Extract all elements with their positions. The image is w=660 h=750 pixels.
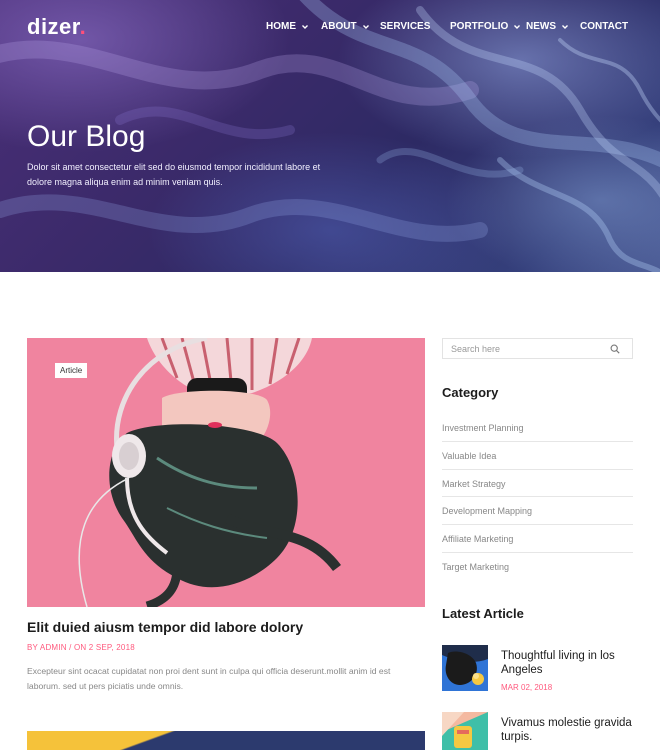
latest-article-heading: Latest Article: [442, 606, 524, 621]
post-tag[interactable]: Article: [55, 363, 88, 378]
nav-item-label: SERVICES: [380, 21, 431, 32]
post-meta: BY ADMIN / ON 2 SEP, 2018: [27, 643, 135, 652]
category-item[interactable]: Affiliate Marketing: [442, 525, 633, 553]
latest-article-item[interactable]: Thoughtful living in los Angeles MAR 02,…: [442, 645, 633, 695]
page-title: Our Blog: [27, 120, 146, 153]
latest-article-thumb[interactable]: [442, 712, 488, 750]
nav-item-contact[interactable]: CONTACT: [580, 21, 628, 32]
post-title[interactable]: Elit duied aiusm tempor did labore dolor…: [27, 619, 303, 635]
latest-article-item[interactable]: Vivamus molestie gravida turpis.: [442, 712, 633, 750]
nav-item-home[interactable]: HOME: [266, 21, 310, 32]
hero-banner: dizer. HOME ABOUT SERVICES PORTFOLIO NEW…: [0, 0, 660, 272]
post-image[interactable]: Article: [27, 338, 425, 607]
chevron-down-icon: [302, 24, 308, 29]
category-item[interactable]: Investment Planning: [442, 414, 633, 442]
woman-headphones-illustration: [27, 338, 425, 607]
chevron-down-icon: [562, 24, 568, 29]
latest-article-title[interactable]: Thoughtful living in los Angeles: [501, 649, 633, 677]
category-item[interactable]: Valuable Idea: [442, 442, 633, 470]
category-item[interactable]: Development Mapping: [442, 497, 633, 526]
category-list: Investment Planning Valuable Idea Market…: [442, 414, 633, 581]
nav-item-label: NEWS: [526, 21, 556, 32]
nav-item-label: HOME: [266, 21, 296, 32]
post-excerpt: Excepteur sint ocacat cupidatat non proi…: [27, 666, 391, 691]
latest-article-thumb[interactable]: [442, 645, 488, 691]
latest-thumb-illustration: [442, 712, 488, 750]
nav-item-services[interactable]: SERVICES: [380, 21, 430, 32]
nav-item-news[interactable]: NEWS: [526, 21, 570, 32]
category-item[interactable]: Target Marketing: [442, 553, 633, 581]
post-image-2[interactable]: [27, 731, 425, 750]
search-icon[interactable]: [610, 344, 620, 354]
latest-thumb-illustration: [442, 645, 488, 691]
main-nav: HOME ABOUT SERVICES PORTFOLIO NEWS CONTA…: [0, 21, 660, 35]
chevron-down-icon: [514, 24, 521, 29]
nav-item-label: CONTACT: [580, 21, 629, 32]
nav-item-about[interactable]: ABOUT: [321, 21, 371, 32]
nav-item-label: PORTFOLIO: [450, 21, 509, 32]
chevron-down-icon: [362, 24, 369, 29]
latest-article-title[interactable]: Vivamus molestie gravida turpis.: [501, 716, 633, 744]
search-input[interactable]: [443, 339, 603, 359]
category-heading: Category: [442, 385, 499, 400]
category-item[interactable]: Market Strategy: [442, 470, 633, 498]
nav-item-portfolio[interactable]: PORTFOLIO: [450, 21, 522, 32]
nav-item-label: ABOUT: [321, 21, 357, 32]
search-box: [442, 338, 633, 359]
hero-subtitle: Dolor sit amet consectetur elit sed do e…: [27, 162, 321, 187]
latest-article-date: MAR 02, 2018: [501, 683, 553, 692]
